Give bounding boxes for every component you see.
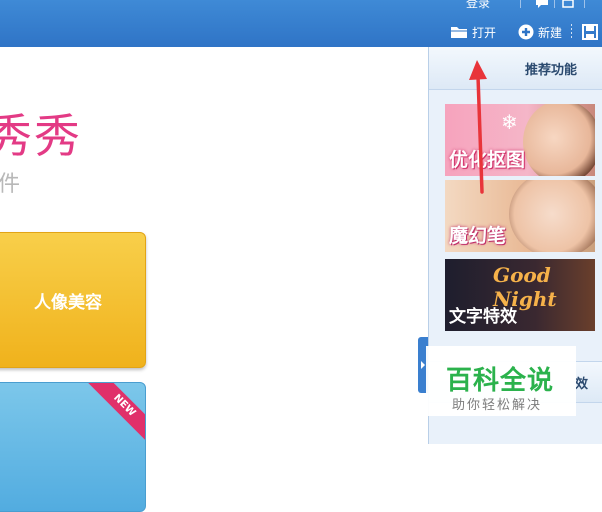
title-separator — [584, 0, 585, 8]
title-bar: 登录 打开 新建 — [0, 0, 602, 47]
new-button[interactable]: 新建 — [518, 22, 562, 42]
portrait-beauty-button[interactable]: 人像美容 — [0, 232, 146, 368]
snowflake-icon: ❄ — [501, 110, 518, 134]
feature-magic-pen-label: 魔幻笔 — [449, 225, 507, 247]
panel-title: 推荐功能 — [525, 63, 578, 78]
portrait-beauty-label: 人像美容 — [34, 292, 102, 313]
new-label: 新建 — [538, 25, 563, 40]
login-link[interactable]: 登录 — [466, 0, 490, 11]
open-button[interactable]: 打开 — [450, 22, 496, 42]
brand-title: 秀秀 — [0, 109, 82, 163]
watermark-title: 百科全说 — [446, 366, 555, 396]
folder-icon — [451, 27, 467, 38]
title-separator — [520, 0, 521, 8]
portrait-photo — [509, 180, 595, 252]
feature-cutout-label: 优化抠图 — [449, 149, 526, 171]
brand-subtitle: 件 — [0, 172, 21, 197]
panel-header: 推荐功能 — [429, 47, 602, 90]
feature-cutout[interactable]: ❄ 优化抠图 — [445, 104, 595, 176]
save-icon[interactable] — [582, 24, 598, 40]
feature-text-effects[interactable]: Good Night 文字特效 — [445, 259, 595, 331]
plus-circle-icon — [518, 24, 534, 40]
new-badge: NEW — [87, 383, 145, 443]
portrait-photo — [523, 104, 595, 176]
feature-text-effects-label: 文字特效 — [449, 307, 517, 327]
feature-magic-pen[interactable]: 魔幻笔 — [445, 180, 595, 252]
photo-editing-button[interactable]: NEW — [0, 382, 146, 512]
panel-section-title: 效 — [575, 377, 589, 392]
open-label: 打开 — [472, 25, 497, 40]
toolbar-separator — [571, 24, 572, 40]
skin-icon[interactable] — [562, 0, 574, 8]
watermark-subtitle: 助你轻松解决 — [452, 398, 543, 413]
message-icon[interactable] — [535, 0, 549, 8]
title-separator — [554, 0, 555, 8]
watermark: 百科全说 助你轻松解决 — [426, 346, 576, 416]
